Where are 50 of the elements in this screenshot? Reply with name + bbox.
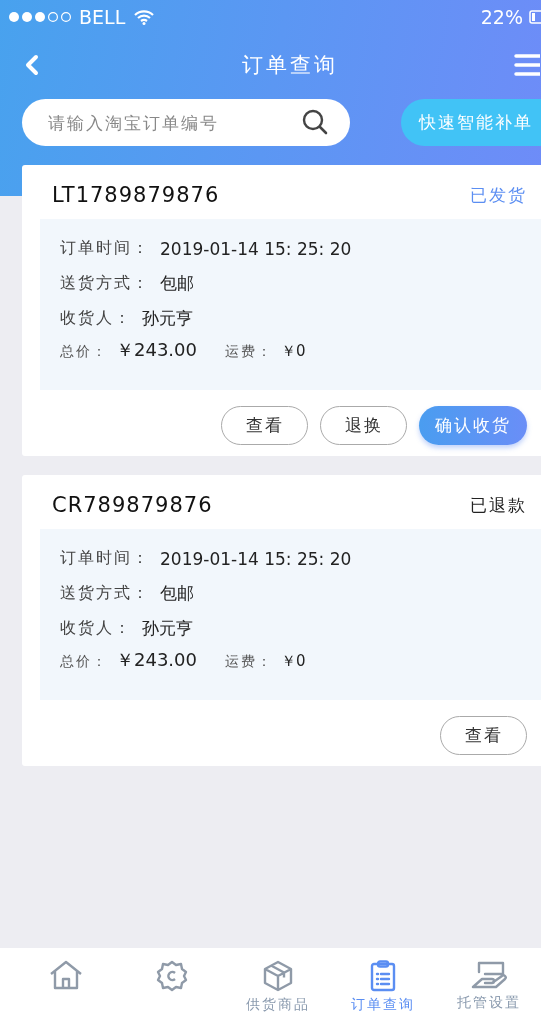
detail-label: 收货人： [60,618,132,639]
detail-value: 包邮 [160,582,194,605]
price-label: 总价： [60,343,108,361]
price-label: 总价： [60,653,108,671]
house-icon [49,960,83,990]
search-icon[interactable] [302,109,328,135]
tab-item[interactable]: 供货商品 [225,948,330,1024]
tab-label: 托管设置 [457,994,521,1012]
battery-icon [529,9,541,25]
signal-icon [8,11,72,23]
action-button[interactable]: 退换 [320,406,407,445]
confirm-button[interactable]: 确认收货 [419,406,527,445]
price-value: ￥0 [281,342,306,361]
price-value: ￥243.00 [116,648,197,672]
hand-card-icon [471,960,507,990]
tab-label: 供货商品 [245,996,310,1014]
tab-item[interactable]: 托管设置 [437,948,541,1024]
detail-value: 孙元亨 [142,617,193,640]
carrier-name: BELL [79,6,126,28]
back-icon[interactable] [24,54,40,76]
price-value: ￥243.00 [116,338,197,362]
detail-label: 订单时间： [60,548,150,569]
action-button[interactable]: 查看 [221,406,308,445]
detail-label: 收货人： [60,308,132,329]
box-icon [262,960,293,992]
detail-label: 送货方式： [60,583,150,604]
order-status: 已退款 [470,493,527,517]
clipboard-icon [370,960,397,992]
action-button[interactable]: 查看 [440,716,527,755]
search-field[interactable]: 请输入淘宝订单编号 [22,99,350,146]
detail-label: 送货方式： [60,273,150,294]
detail-value: 包邮 [160,272,194,295]
order-status: 已发货 [470,183,527,207]
menu-icon[interactable] [514,53,540,77]
wifi-icon [134,9,155,25]
order-number: LT1789879876 [52,183,220,207]
detail-value: 2019-01-14 15: 25: 20 [160,238,352,259]
price-value: ￥0 [281,652,306,671]
price-label: 运费： [225,343,273,361]
tab-item[interactable]: 订单查询 [331,948,436,1024]
battery-level: 22% [480,6,523,28]
price-label: 运费： [225,653,273,671]
gear-icon [155,960,188,992]
quick-order-button[interactable]: 快速智能补单 [401,99,541,146]
detail-value: 2019-01-14 15: 25: 20 [160,548,352,569]
page-title: 订单查询 [242,52,338,79]
tab-label: 订单查询 [351,996,416,1014]
detail-label: 订单时间： [60,238,150,259]
detail-value: 孙元亨 [142,307,193,330]
order-number: CR789879876 [52,493,213,517]
